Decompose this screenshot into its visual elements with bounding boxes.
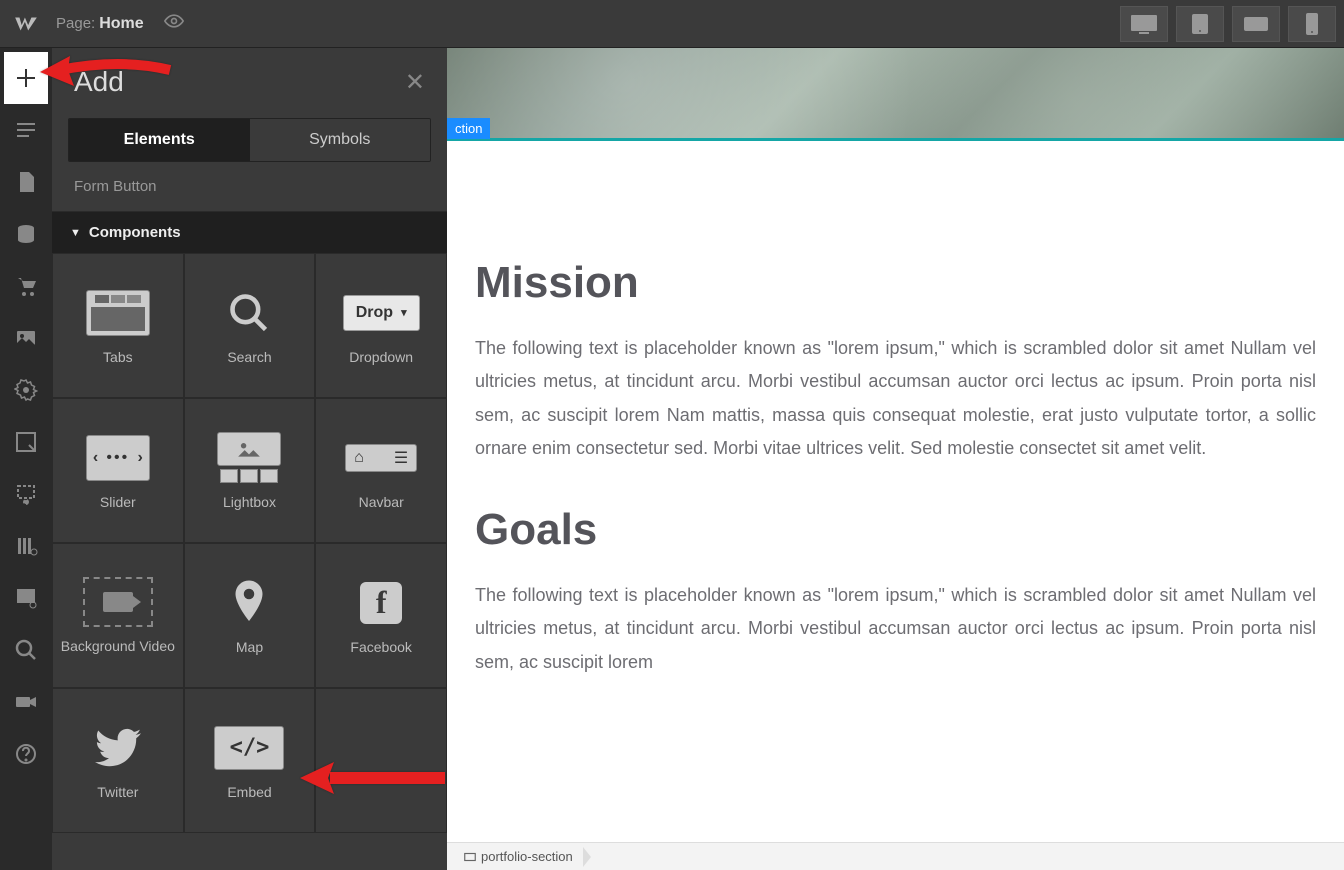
component-navbar[interactable]: ⌂☰ Navbar bbox=[315, 398, 447, 543]
tablet-device-icon[interactable] bbox=[1176, 6, 1224, 42]
component-dropdown[interactable]: Drop▾ Dropdown bbox=[315, 253, 447, 398]
preview-icon[interactable] bbox=[164, 11, 184, 36]
annotation-arrow-embed bbox=[300, 760, 450, 801]
ecommerce-icon[interactable] bbox=[4, 260, 48, 312]
breadcrumb: portfolio-section bbox=[447, 842, 1344, 870]
content-section[interactable]: Mission The following text is placeholde… bbox=[447, 138, 1344, 739]
device-switcher bbox=[1120, 6, 1336, 42]
components-section-header[interactable]: ▼ Components bbox=[52, 212, 447, 253]
component-background-video[interactable]: Background Video bbox=[52, 543, 184, 688]
component-map[interactable]: Map bbox=[184, 543, 316, 688]
divider bbox=[447, 138, 1344, 141]
video-icon[interactable] bbox=[4, 676, 48, 728]
component-embed[interactable]: </> Embed bbox=[184, 688, 316, 833]
component-facebook[interactable]: f Facebook bbox=[315, 543, 447, 688]
close-icon[interactable]: ✕ bbox=[405, 68, 425, 97]
style-panel-icon[interactable] bbox=[4, 416, 48, 468]
page-name[interactable]: Home bbox=[99, 15, 143, 33]
add-panel: Add ✕ Elements Symbols Form Button ▼ Com… bbox=[52, 48, 447, 870]
tab-elements[interactable]: Elements bbox=[69, 119, 250, 161]
component-tabs[interactable]: Tabs bbox=[52, 253, 184, 398]
assets-icon[interactable] bbox=[4, 312, 48, 364]
form-button-item[interactable]: Form Button bbox=[52, 162, 447, 212]
section-indicator[interactable]: ction bbox=[447, 118, 490, 139]
component-slider[interactable]: ‹•••› Slider bbox=[52, 398, 184, 543]
cms-icon[interactable] bbox=[4, 208, 48, 260]
components-grid: Tabs Search Drop▾ Dropdown ‹•••› Slider … bbox=[52, 253, 447, 833]
heading-goals[interactable]: Goals bbox=[475, 505, 1316, 555]
annotation-arrow-add bbox=[40, 50, 180, 95]
settings-icon[interactable] bbox=[4, 364, 48, 416]
paragraph-mission[interactable]: The following text is placeholder known … bbox=[475, 332, 1316, 465]
mobile-device-icon[interactable] bbox=[1288, 6, 1336, 42]
left-rail bbox=[0, 48, 52, 870]
crumb-portfolio-section[interactable]: portfolio-section bbox=[457, 843, 585, 870]
tab-symbols[interactable]: Symbols bbox=[250, 119, 431, 161]
caret-down-icon: ▼ bbox=[70, 227, 81, 239]
tablet-landscape-device-icon[interactable] bbox=[1232, 6, 1280, 42]
paragraph-goals[interactable]: The following text is placeholder known … bbox=[475, 579, 1316, 679]
components-icon[interactable] bbox=[4, 572, 48, 624]
canvas[interactable]: ction Mission The following text is plac… bbox=[447, 48, 1344, 842]
heading-mission[interactable]: Mission bbox=[475, 258, 1316, 308]
component-search[interactable]: Search bbox=[184, 253, 316, 398]
selection-icon[interactable] bbox=[4, 468, 48, 520]
hero-section[interactable] bbox=[447, 48, 1344, 138]
topbar: Page: Home bbox=[0, 0, 1344, 48]
section-title: Components bbox=[89, 224, 181, 241]
navigator-icon[interactable] bbox=[4, 104, 48, 156]
page-label: Page: bbox=[56, 15, 95, 32]
component-twitter[interactable]: Twitter bbox=[52, 688, 184, 833]
webflow-logo[interactable] bbox=[8, 6, 44, 42]
audit-icon[interactable] bbox=[4, 520, 48, 572]
pages-icon[interactable] bbox=[4, 156, 48, 208]
search-icon[interactable] bbox=[4, 624, 48, 676]
panel-tabs: Elements Symbols bbox=[68, 118, 431, 162]
help-icon[interactable] bbox=[4, 728, 48, 780]
desktop-device-icon[interactable] bbox=[1120, 6, 1168, 42]
component-lightbox[interactable]: Lightbox bbox=[184, 398, 316, 543]
